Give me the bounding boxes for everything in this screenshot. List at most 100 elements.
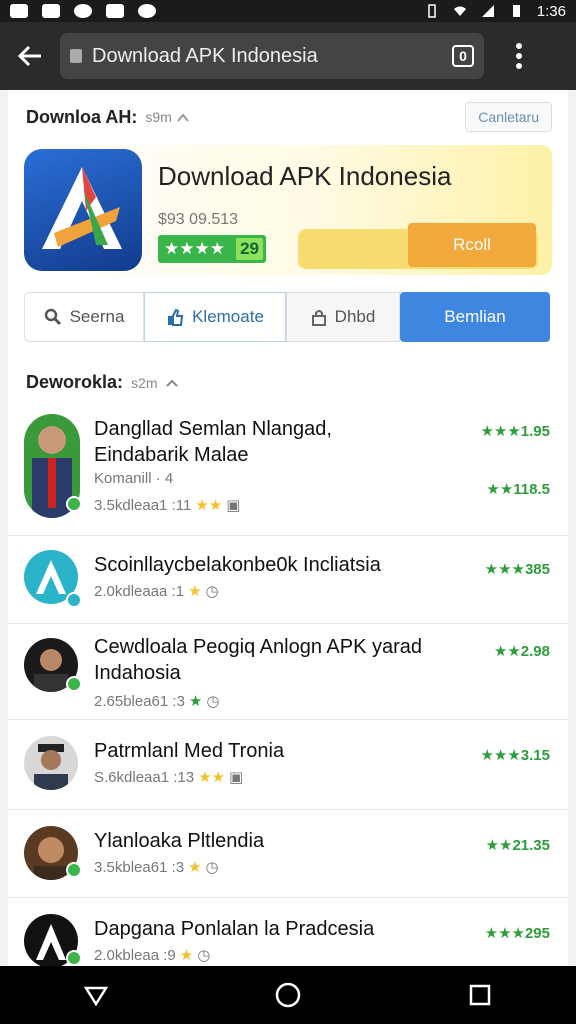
search-icon (44, 308, 61, 326)
verified-badge-icon (66, 862, 82, 878)
url-text: Download APK Indonesia (92, 44, 318, 67)
item-meta: 3.5kdleaa1 :11 ★★ ▣ (94, 496, 241, 515)
item-meta: 2.65blea61 :3 ★ ◷ (94, 692, 220, 711)
lock-icon (311, 310, 326, 326)
overflow-menu-icon[interactable] (484, 43, 554, 69)
tab-label: Dhbd (334, 307, 376, 326)
clock: 1:36 (536, 2, 566, 20)
notification-icon (42, 4, 60, 18)
notification-icon (138, 4, 156, 18)
item-subtitle: Komanill · 4 (94, 470, 174, 487)
top-action-button[interactable]: Canletaru (465, 102, 552, 132)
page-title: Downloa AH: (26, 106, 138, 127)
item-score: ★★2.98 (493, 643, 550, 660)
star-icon: ★ (188, 693, 203, 710)
page-title-sub: s9m (145, 109, 172, 125)
tab-search[interactable]: Seerna (24, 292, 144, 342)
item-score: ★★★3.15 (480, 747, 550, 764)
verified-badge-icon (66, 950, 82, 966)
item-meta-text: 3.5kblea61 :3 (94, 858, 185, 876)
item-score: ★★★385 (484, 561, 550, 578)
star-icon: ★ (188, 859, 202, 876)
chevron-icon (177, 113, 189, 122)
system-nav-bar (0, 966, 576, 1024)
star-icon: ★★ (198, 769, 225, 786)
item-title: Dapgana Ponlalan la Pradcesia (94, 918, 375, 940)
notification-icons (10, 4, 156, 18)
rating-stars: ★★★★ (164, 239, 225, 258)
item-meta: S.6kdleaa1 :13 ★★ ▣ (94, 768, 244, 787)
list-item[interactable]: Dapgana Ponlalan la Pradcesia 2.0kbleaa … (8, 898, 568, 966)
verified-badge-icon (66, 676, 82, 692)
chevron-up-icon[interactable] (165, 378, 179, 388)
app-list: Dangllad Semlan Nlangad, Eindabarik Mala… (8, 408, 568, 966)
item-score: ★★★1.95 (480, 423, 550, 440)
app-icon-small: ▣ (226, 497, 241, 514)
clock-icon: ◷ (197, 947, 211, 964)
item-title: Ylanloaka Pltlendia (94, 830, 265, 852)
item-score: ★★★295 (484, 925, 550, 942)
status-bar: 1:36 (0, 0, 576, 22)
clock-icon: ◷ (205, 859, 219, 876)
item-meta-text: 2.0kbleaa :9 (94, 946, 176, 964)
notification-icon (74, 4, 92, 18)
list-item[interactable]: Scoinllaycbelakonbe0k Incliatsia 2.0kdle… (8, 536, 568, 624)
star-icon: ★ (188, 583, 202, 600)
nav-back-icon[interactable] (76, 975, 116, 1015)
nav-home-icon[interactable] (268, 975, 308, 1015)
page-header: Downloa AH: s9m Canletaru (26, 102, 552, 132)
back-arrow-icon[interactable] (0, 26, 60, 86)
item-meta-text: 2.65blea61 :3 (94, 692, 185, 710)
item-meta: 3.5kblea61 :3 ★ ◷ (94, 858, 219, 877)
item-title: Scoinllaycbelakonbe0k Incliatsia (94, 554, 381, 576)
tab-other[interactable]: Dhbd (286, 292, 400, 342)
install-button[interactable]: Rcoll (408, 223, 536, 267)
item-score: ★★21.35 (485, 837, 550, 854)
clock-icon: ◷ (205, 583, 219, 600)
section-title: Deworokla: (26, 372, 124, 392)
item-title: Cewdloala Peogiq Anlogn APK yarad Indaho… (94, 636, 423, 684)
tab-label: Seerna (69, 307, 125, 326)
item-meta: 2.0kdleaaa :1 ★ ◷ (94, 582, 219, 601)
wifi-icon (453, 6, 466, 16)
browser-toolbar: Download APK Indonesia 0 (0, 22, 576, 90)
tab-label: Klemoate (192, 307, 264, 326)
lock-icon (70, 49, 82, 63)
avatar (24, 736, 78, 790)
list-item[interactable]: Cewdloala Peogiq Anlogn APK yarad Indaho… (8, 624, 568, 720)
nav-recents-icon[interactable] (460, 975, 500, 1015)
verified-badge-icon (66, 496, 82, 512)
list-item[interactable]: Dangllad Semlan Nlangad, Eindabarik Mala… (8, 408, 568, 536)
signal-icon (481, 5, 494, 17)
tab-bar: Seerna Klemoate Dhbd Bemlian (24, 292, 552, 342)
item-meta: 2.0kbleaa :9 ★ ◷ (94, 946, 211, 965)
list-item[interactable]: Ylanloaka Pltlendia 3.5kblea61 :3 ★ ◷ ★★… (8, 810, 568, 898)
item-meta-text: 3.5kdleaa1 :11 (94, 496, 192, 514)
section-sub: s2m (131, 374, 158, 391)
tab-label: Bemlian (444, 307, 506, 326)
tab-primary-button[interactable]: Bemlian (400, 292, 550, 342)
item-title: Dangllad Semlan Nlangad, Eindabarik Mala… (94, 418, 332, 466)
star-icon: ★ (179, 947, 194, 964)
list-item[interactable]: Patrmlanl Med Tronia S.6kdleaa1 :13 ★★ ▣… (8, 720, 568, 810)
battery-icon (512, 5, 520, 17)
web-content: Downloa AH: s9m Canletaru Download APK I… (0, 90, 576, 966)
tab-recommend[interactable]: Klemoate (144, 292, 286, 342)
featured-app-card[interactable]: Download APK Indonesia $93 09.513 ★★★★ 2… (24, 145, 552, 275)
app-icon-small: ▣ (228, 769, 244, 786)
tab-switcher-button[interactable]: 0 (452, 45, 474, 67)
verified-badge-icon (66, 592, 82, 608)
section-header: Deworokla: s2m (26, 372, 179, 393)
rating-count: 29 (236, 238, 263, 260)
vibrate-icon (428, 4, 436, 18)
rating-badge: ★★★★ 29 (158, 235, 266, 263)
notification-icon (106, 4, 124, 18)
notification-icon (10, 4, 28, 18)
item-meta-text: 2.0kdleaaa :1 (94, 582, 185, 600)
clock-icon: ◷ (206, 693, 220, 710)
app-size: $93 09.513 (158, 211, 239, 228)
app-name: Download APK Indonesia (158, 161, 452, 191)
star-icon: ★★ (195, 497, 223, 514)
address-bar[interactable]: Download APK Indonesia 0 (60, 33, 484, 79)
item-score-secondary: ★★118.5 (486, 481, 550, 498)
